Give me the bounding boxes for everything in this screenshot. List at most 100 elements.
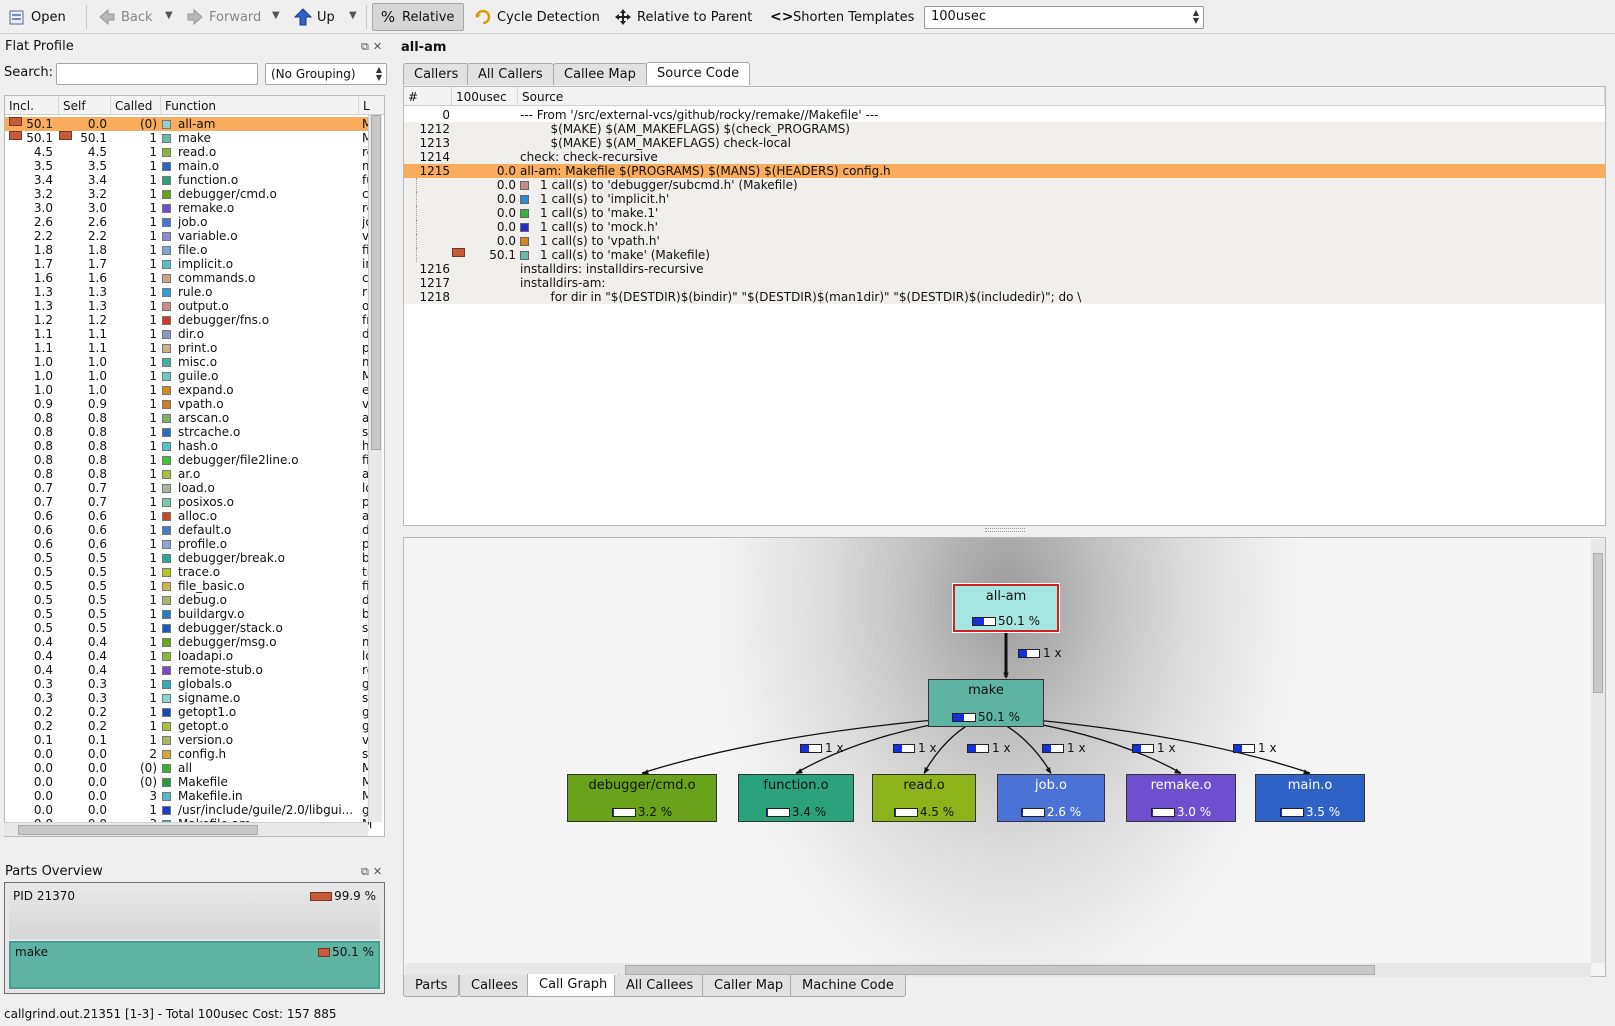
table-row[interactable]: 0.20.21getopt.oge [5,719,374,733]
call-graph-view[interactable]: 1 x 1 x 1 x 1 x 1 x 1 x 1 x all-am 50.1 % make 50.… [403,537,1606,977]
call-graph-node-make[interactable]: make 50.1 % [928,679,1044,727]
open-button[interactable]: Open [2,3,72,31]
table-row[interactable]: 1.01.01guile.oM [5,369,372,383]
column-header-location[interactable]: L [359,96,384,115]
tab-all-callees[interactable]: All Callees [614,975,706,997]
relative-to-parent-button[interactable]: Relative to Parent [608,3,758,31]
source-line-row[interactable]: 1218 for dir in "$(DESTDIR)$(bindir)" "$… [404,290,1605,304]
scroll-thumb[interactable] [371,115,381,450]
grouping-select[interactable]: (No Grouping) ▲ ▼ [265,63,387,85]
table-row[interactable]: 0.40.41debugger/msg.om [5,635,374,649]
table-row[interactable]: 0.80.81arscan.oar [5,411,374,425]
source-call-row[interactable]: 0.0 1 call(s) to 'vpath.h' [404,234,1605,248]
forward-dropdown-icon[interactable]: ▼ [272,10,280,21]
column-header-self[interactable]: Self [59,96,111,115]
table-row[interactable]: 0.10.11version.ove [5,733,374,747]
table-row[interactable]: 50.10.0(0)all-amM [5,117,372,131]
table-row[interactable]: 0.20.21getopt1.oge [5,705,374,719]
call-graph-node-job-o[interactable]: job.o 2.6 % [997,774,1105,822]
tab-machine-code[interactable]: Machine Code [790,975,906,997]
dock-float-close-icons[interactable]: ⧉✕ [361,40,386,54]
shorten-templates-button[interactable]: <> Shorten Templates [764,3,920,31]
source-line-row[interactable]: 0 --- From '/src/external-vcs/github/rock… [404,108,1605,122]
source-call-row[interactable]: 0.0 1 call(s) to 'make.1' [404,206,1605,220]
scroll-thumb[interactable] [1593,553,1603,693]
table-row[interactable]: 1.11.11print.opi [5,341,373,355]
up-dropdown-icon[interactable]: ▼ [349,10,357,21]
parts-overview[interactable]: PID 21370 99.9 % make 50.1 % [4,882,385,994]
scroll-thumb[interactable] [625,965,1375,975]
source-line-row[interactable]: 1212 $(MAKE) $(AM_MAKEFLAGS) $(check_PRO… [404,122,1605,136]
call-graph-node-all-am[interactable]: all-am 50.1 % [952,583,1060,633]
column-header-function[interactable]: Function [161,96,359,115]
table-row[interactable]: 0.80.81hash.oha [5,439,374,453]
table-row[interactable]: 0.40.41remote-stub.ore [5,663,374,677]
forward-button[interactable]: Forward [180,3,267,31]
table-row[interactable]: 1.71.71implicit.oin [5,257,373,271]
scroll-thumb[interactable] [18,825,258,835]
table-row[interactable]: 0.5 0.5 1 trace.o tr [5,565,372,579]
back-dropdown-icon[interactable]: ▼ [165,10,173,21]
tab-source-code[interactable]: Source Code [646,62,751,85]
table-row[interactable]: 0.90.91vpath.ovp [5,397,374,411]
column-header-incl[interactable]: Incl. [5,96,59,115]
column-header-cost[interactable]: 100usec [452,87,518,106]
source-call-row[interactable]: 0.0 1 call(s) to 'implicit.h' [404,192,1605,206]
source-call-row[interactable]: 50.1 1 call(s) to 'make' (Makefile) [404,248,1605,262]
table-row[interactable]: 0.00.0(0)allM [5,761,372,775]
table-row[interactable]: 0.70.71load.olo [5,481,373,495]
table-row[interactable]: 0.00.0(0)MakefileM [5,775,372,789]
table-row[interactable]: 3.03.01remake.ore [5,201,374,215]
back-button[interactable]: Back [92,3,159,31]
flat-profile-table[interactable]: Incl. Self Called Function L 50.1 0.0 (0) a… [4,95,385,837]
column-header-called[interactable]: Called [111,96,161,115]
table-row[interactable]: 0.00.02config.hst [5,747,373,761]
tab-callee-map[interactable]: Callee Map [553,63,647,85]
column-header-line[interactable]: # [404,87,452,106]
table-row[interactable]: 0.00.01/usr/include/guile/2.0/libgui...g… [5,803,373,817]
tab-all-callers[interactable]: All Callers [467,63,554,85]
table-row[interactable]: 1.2 1.2 1 debugger/fns.o fr [5,313,371,327]
table-row[interactable]: 2.62.61job.ojo [5,215,373,229]
table-row[interactable]: 1.31.31rule.oru [5,285,374,299]
call-graph-node-debugger-cmd-o[interactable]: debugger/cmd.o 3.2 % [567,774,717,822]
source-line-row[interactable]: 1215 0.0 all-am: Makefile $(PROGRAMS) $(MA… [404,164,1605,178]
source-line-row[interactable]: 1216 installdirs: installdirs-recursive [404,262,1605,276]
search-input[interactable] [56,63,258,85]
table-row[interactable]: 0.40.41loadapi.olo [5,649,373,663]
table-row[interactable]: 50.150.11makeM [5,131,372,145]
source-call-row[interactable]: 0.0 1 call(s) to 'debugger/subcmd.h' (Mak… [404,178,1605,192]
source-call-row[interactable]: 0.0 1 call(s) to 'mock.h' [404,220,1605,234]
cost-type-select[interactable]: 100usec ▲ ▼ [924,6,1204,29]
part-pid[interactable]: PID 21370 99.9 % [9,887,380,939]
source-code-view[interactable]: # 100usec Source 0 --- From '/src/externa… [403,86,1606,526]
table-row[interactable]: 0.50.51buildargv.obu [5,607,374,621]
table-row[interactable]: 3.43.41function.ofu [5,173,374,187]
table-row[interactable]: 1.61.61commands.occ [5,271,374,285]
tab-callees[interactable]: Callees [459,975,531,997]
relative-toggle[interactable]: % Relative [372,3,464,31]
cycle-detection-button[interactable]: Cycle Detection [468,3,606,31]
table-row[interactable]: 0.80.81ar.oar [5,467,374,481]
table-row[interactable]: 0.50.51debug.ode [5,593,374,607]
up-button[interactable]: Up [288,3,341,31]
call-graph-node-remake-o[interactable]: remake.o 3.0 % [1126,774,1236,822]
call-graph-node-function-o[interactable]: function.o 3.4 % [738,774,854,822]
table-row[interactable]: 0.50.51debugger/stack.ost [5,621,373,635]
table-row[interactable]: 1.31.31output.oou [5,299,374,313]
vertical-scrollbar[interactable] [368,115,382,822]
table-row[interactable]: 1.01.01misc.om [5,355,374,369]
table-row[interactable]: 3.53.51main.om [5,159,374,173]
tab-parts[interactable]: Parts [403,975,460,997]
tab-call-graph[interactable]: Call Graph [527,974,620,997]
table-row[interactable]: 0.50.51file_basic.ofil [5,579,373,593]
table-row[interactable]: 0.30.31globals.ogl [5,677,373,691]
source-line-row[interactable]: 1214 check: check-recursive [404,150,1605,164]
table-row[interactable]: 1.11.11dir.odi [5,327,373,341]
table-row[interactable]: 1.81.81file.ofil [5,243,373,257]
table-row[interactable]: 4.54.51read.ore [5,145,374,159]
table-row[interactable]: 0.60.61profile.opr [5,537,374,551]
table-row[interactable]: 0.80.81debugger/file2line.ofil [5,453,373,467]
column-header-source[interactable]: Source [518,87,1605,106]
table-row[interactable]: 0.60.61alloc.oal [5,509,373,523]
